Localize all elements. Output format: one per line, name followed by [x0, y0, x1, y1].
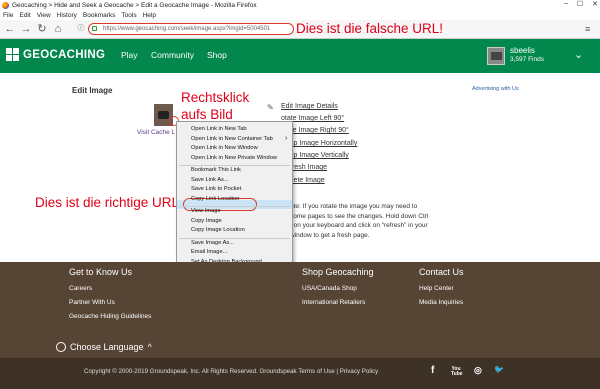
image-action-link[interactable]: Edit Image Details: [281, 103, 338, 110]
footer-link[interactable]: Partner With Us: [69, 299, 115, 306]
menu-item-email-image[interactable]: Email Image...: [191, 249, 227, 255]
logo-text: GEOCACHING: [23, 48, 106, 61]
footer-link[interactable]: Careers: [69, 285, 92, 292]
menu-item-view-image[interactable]: View Image: [191, 208, 221, 214]
wrong-url-annotation: Dies ist die falsche URL!: [296, 21, 444, 36]
chevron-up-icon: ^: [147, 342, 152, 352]
geocaching-logo-icon: [6, 48, 19, 61]
image-action-link[interactable]: resh Image: [292, 164, 327, 171]
menu-item-bookmark-this-link[interactable]: Bookmark This Link: [191, 167, 241, 173]
menu-icon[interactable]: ≡: [585, 24, 590, 34]
pencil-icon: ✎: [267, 103, 274, 112]
youtube-icon[interactable]: You Tube: [451, 367, 463, 377]
maximize-icon[interactable]: ☐: [577, 0, 583, 8]
menu-item-save-link-to-pocket[interactable]: Save Link to Pocket: [191, 186, 241, 192]
menu-item-copy-image[interactable]: Copy Image: [191, 218, 222, 224]
url-input[interactable]: https://www.geocaching.com/seek/image.as…: [88, 23, 294, 35]
menu-item-open-link-in-new-window[interactable]: Open Link in New Window: [191, 145, 258, 151]
nav-community[interactable]: Community: [151, 50, 194, 60]
forward-icon[interactable]: →: [20, 23, 32, 35]
nav-shop[interactable]: Shop: [207, 50, 227, 60]
footer-link[interactable]: Help Center: [419, 285, 454, 292]
menu-item-copy-image-location[interactable]: Copy Image Location: [191, 227, 245, 233]
menu-file[interactable]: File: [3, 12, 13, 19]
footer-heading: Get to Know Us: [69, 267, 133, 277]
menu-edit[interactable]: Edit: [19, 12, 30, 19]
menu-tools[interactable]: Tools: [121, 12, 136, 19]
language-label: Choose Language: [70, 342, 144, 352]
reload-icon[interactable]: ↻: [36, 23, 48, 35]
lock-icon: [92, 26, 97, 31]
menu-view[interactable]: View: [37, 12, 51, 19]
menu-bookmarks[interactable]: Bookmarks: [83, 12, 116, 19]
instagram-icon[interactable]: ◎: [474, 365, 482, 376]
footer-link[interactable]: USA/Canada Shop: [302, 285, 357, 292]
firefox-icon: [2, 1, 9, 9]
username[interactable]: sbeelis: [510, 46, 535, 55]
minimize-icon[interactable]: –: [564, 0, 568, 8]
footer-heading: Contact Us: [419, 267, 464, 277]
menu-item-save-link-as[interactable]: Save Link As...: [191, 177, 229, 183]
finds-count: 3,597 Finds: [510, 56, 544, 63]
globe-icon: [56, 342, 66, 352]
correct-url-annotation: Dies ist die richtige URL: [35, 195, 180, 210]
close-icon[interactable]: ✕: [592, 0, 598, 8]
copyright-text: Copyright © 2000-2019 Groundspeak, Inc. …: [84, 368, 379, 375]
nav-play[interactable]: Play: [121, 50, 138, 60]
navigation-bar: ← → ↻ ⌂ ⓘ https://www.geocaching.com/see…: [0, 20, 600, 39]
menu-separator: [179, 165, 290, 166]
menu-bar: File Edit View History Bookmarks Tools Help: [0, 10, 600, 20]
geocaching-logo[interactable]: GEOCACHING: [6, 48, 105, 61]
help-text: ote: If you rotate the image you may nee…: [290, 203, 429, 239]
menu-item-open-link-in-new-container-tab[interactable]: Open Link in New Container Tab: [191, 135, 287, 142]
chevron-down-icon[interactable]: ⌄: [574, 48, 583, 61]
footer-link[interactable]: International Retailers: [302, 299, 365, 306]
image-action-link[interactable]: lete Image: [292, 177, 325, 184]
menu-separator: [179, 206, 290, 207]
footer-heading: Shop Geocaching: [302, 267, 374, 277]
window-title-bar: Geocaching > Hide and Seek a Geocache > …: [0, 0, 600, 10]
right-click-annotation: Rechtsklick aufs Bild: [181, 89, 249, 123]
visit-cache-link[interactable]: Visit Cache L: [137, 129, 175, 136]
menu-item-save-image-as[interactable]: Save Image As...: [191, 240, 234, 246]
footer-link[interactable]: Media Inquiries: [419, 299, 463, 306]
home-icon[interactable]: ⌂: [52, 23, 64, 35]
language-selector[interactable]: Choose Language ^: [56, 342, 152, 352]
image-action-link[interactable]: ip Image Horizontally: [292, 140, 357, 147]
window-title: Geocaching > Hide and Seek a Geocache > …: [12, 1, 257, 9]
menu-history[interactable]: History: [57, 12, 77, 19]
twitter-icon[interactable]: 🐦: [494, 365, 504, 374]
info-icon[interactable]: ⓘ: [75, 23, 87, 35]
menu-item-open-link-in-new-tab[interactable]: Open Link in New Tab: [191, 126, 247, 132]
advertising-link[interactable]: Advertising with Us: [472, 86, 519, 92]
facebook-icon[interactable]: f: [431, 365, 434, 376]
site-header: GEOCACHING Play Community Shop sbeelis 3…: [0, 39, 600, 73]
menu-item-copy-link-location[interactable]: Copy Link Location: [191, 196, 239, 202]
menu-help[interactable]: Help: [143, 12, 156, 19]
image-action-link[interactable]: ip Image Vertically: [292, 152, 349, 159]
menu-item-open-link-in-new-private-window[interactable]: Open Link in New Private Window: [191, 155, 277, 161]
url-text: https://www.geocaching.com/seek/image.as…: [103, 26, 271, 32]
back-icon[interactable]: ←: [4, 23, 16, 35]
avatar[interactable]: [487, 47, 505, 65]
footer-link[interactable]: Geocache Hiding Guidelines: [69, 313, 151, 320]
menu-separator: [179, 237, 290, 239]
page-title: Edit Image: [72, 86, 113, 95]
right-click-annotation-text: Rechtsklick aufs Bild: [181, 90, 250, 122]
